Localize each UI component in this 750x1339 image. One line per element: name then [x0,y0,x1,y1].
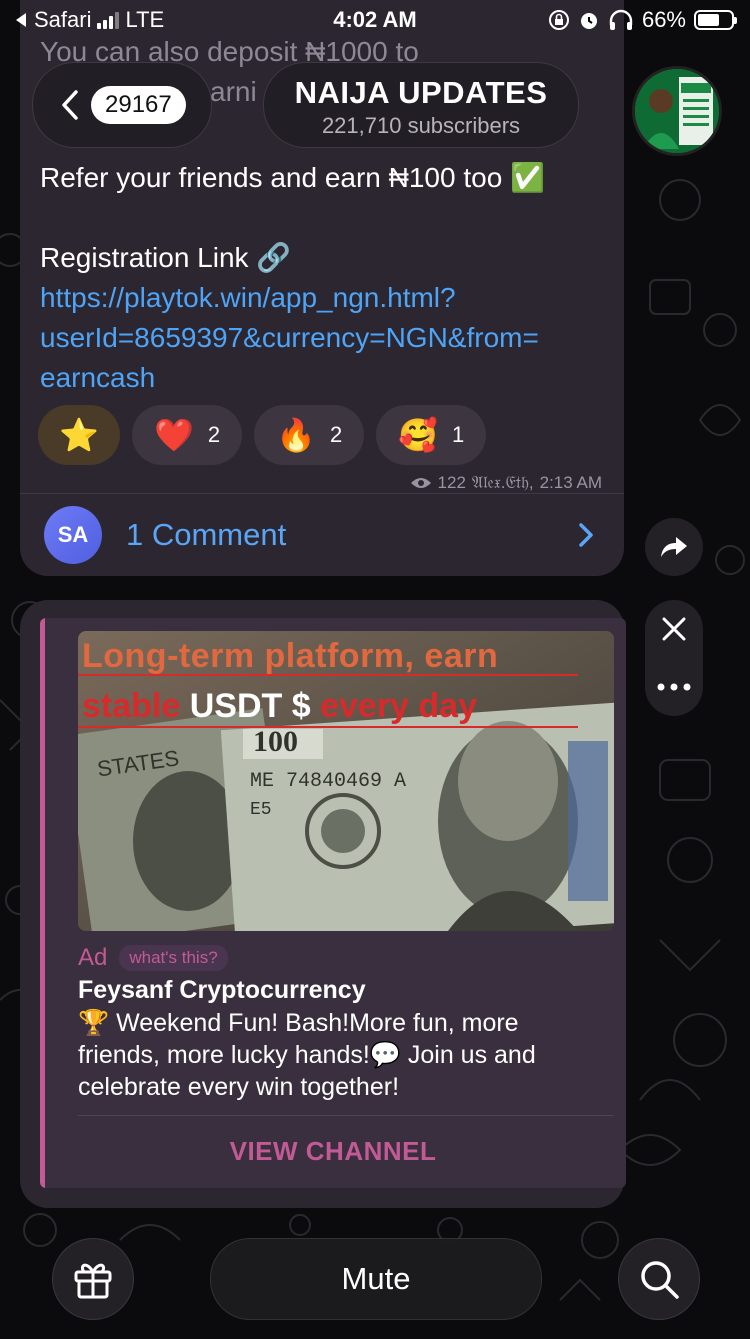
battery-icon [694,10,737,30]
subscriber-count: 221,710 subscribers [321,113,521,138]
battery-percent: 66% [641,7,686,32]
share-button[interactable] [645,518,703,576]
ad-image-subline: stable USDT $ every day [82,687,477,725]
view-channel-button[interactable]: VIEW CHANNEL [40,1136,626,1167]
sponsored-message: STATES 100 ME 74840469 A E5 Long-term pl… [20,600,626,1208]
svg-text:100: 100 [253,725,298,758]
registration-label: Registration Link 🔗 [40,242,292,273]
comment-count-label: 1 Comment [126,517,287,552]
search-icon [641,1261,679,1299]
post-author: 𝔄𝔩𝔢𝔵.𝔈𝔱𝔥, [471,473,534,492]
post-refer-line: Refer your friends and earn ₦100 too ✅ [40,162,545,193]
channel-name: NAIJA UPDATES [294,75,548,110]
ad-body: 🏆 Weekend Fun! Bash!More fun, more frien… [78,1009,536,1101]
close-ad-button[interactable] [645,600,703,658]
chevron-right-icon [579,523,593,547]
channel-avatar-image [635,69,719,153]
svg-text:ME 74840469 A: ME 74840469 A [250,770,406,793]
ad-label-row: Ad what's this? [78,944,228,972]
ad-separator [78,1115,614,1116]
unread-count-badge: 29167 [91,86,186,124]
ad-content[interactable]: STATES 100 ME 74840469 A E5 Long-term pl… [40,618,626,1188]
commenter-avatar: SA [44,506,102,564]
channel-avatar[interactable] [632,66,722,156]
reaction-love[interactable]: 🥰 1 [376,405,487,465]
reaction-star[interactable]: ⭐ [38,405,120,465]
registration-link[interactable]: https://playtok.win/app_ngn.html? userId… [40,278,539,398]
banknote-illustration: STATES 100 ME 74840469 A E5 [78,631,614,931]
check-emoji: ✅ [510,162,545,193]
chevron-left-icon [62,90,78,120]
comments-button[interactable]: SA 1 Comment [20,494,624,576]
more-options-button[interactable] [645,658,703,716]
share-icon [661,537,687,557]
ad-image[interactable]: STATES 100 ME 74840469 A E5 Long-term pl… [78,631,614,931]
post-text-partial-2: arni [210,76,257,107]
whats-this-button[interactable]: what's this? [119,945,228,971]
link-emoji: 🔗 [256,242,292,273]
reaction-heart[interactable]: ❤️ 2 [132,405,243,465]
ad-accent-bar [40,618,45,1188]
back-button[interactable]: 29167 [32,62,212,148]
post-meta: 122 𝔄𝔩𝔢𝔵.𝔈𝔱𝔥, 2:13 AM [410,473,602,493]
headphones-icon [609,9,633,30]
channel-title-button[interactable]: NAIJA UPDATES 221,710 subscribers [263,62,579,148]
status-bar: Safari LTE 4:02 AM 66% [0,0,750,40]
orientation-lock-icon [548,10,569,30]
gift-icon [74,1263,112,1299]
reactions-row: ⭐ ❤️ 2 🔥 2 🥰 1 [38,405,487,465]
post-time: 2:13 AM [539,473,602,492]
view-count: 122 [437,473,466,492]
more-icon [657,683,691,691]
alarm-icon [580,13,597,29]
search-button[interactable] [618,1238,700,1320]
ad-title: Feysanf Cryptocurrency [78,976,366,1004]
eye-icon [410,478,431,488]
reaction-fire[interactable]: 🔥 2 [254,405,365,465]
svg-text:E5: E5 [250,800,272,820]
ad-tag: Ad [78,944,108,971]
gift-button[interactable] [52,1238,134,1320]
mute-button[interactable]: Mute [210,1238,542,1320]
close-icon [662,617,686,641]
ad-actions [645,600,703,716]
ad-image-headline: Long-term platform, earn [82,637,499,675]
